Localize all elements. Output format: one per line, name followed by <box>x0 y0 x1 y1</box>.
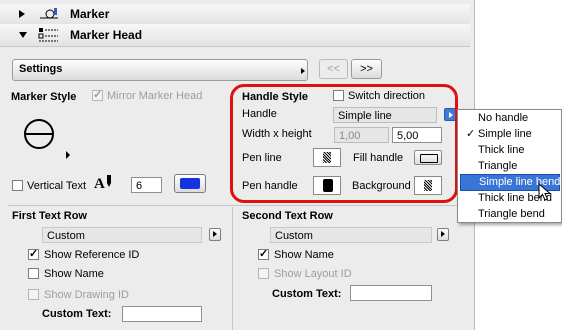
settings-label: Settings <box>19 63 63 75</box>
first-row-dropdown[interactable]: Custom <box>42 227 202 243</box>
second-text-row-title: Second Text Row <box>242 210 333 222</box>
show-reference-id-label: Show Reference ID <box>44 249 140 261</box>
marker-icon <box>40 8 58 19</box>
marker-head-section-header[interactable]: Marker Head <box>0 24 470 47</box>
second-row-dropdown-button[interactable] <box>437 228 449 241</box>
checkmark-icon: ✓ <box>466 128 476 140</box>
first-show-name-label: Show Name <box>44 268 104 280</box>
second-custom-text-input[interactable] <box>350 285 432 301</box>
settings-panel: Marker Marker Head Settings << >> Marker… <box>0 0 475 330</box>
first-show-name-checkbox[interactable] <box>28 268 39 279</box>
mirror-marker-head-label: Mirror Marker Head <box>107 90 203 102</box>
show-layout-id-label: Show Layout ID <box>274 268 352 280</box>
menu-item-thick-line[interactable]: Thick line <box>478 143 562 158</box>
section-divider <box>8 205 468 206</box>
show-layout-id-checkbox[interactable] <box>258 268 269 279</box>
marker-head-icon <box>38 28 58 42</box>
expand-right-icon[interactable] <box>19 10 25 18</box>
collapse-down-icon[interactable] <box>19 32 27 38</box>
column-divider <box>232 207 233 330</box>
text-pen-number-input[interactable]: 6 <box>131 177 162 193</box>
marker-head-header-label: Marker Head <box>70 28 143 42</box>
svg-text:A: A <box>94 176 105 191</box>
text-pen-icon: A <box>94 175 111 191</box>
vertical-text-checkbox[interactable] <box>12 180 23 191</box>
second-custom-text-label: Custom Text: <box>272 288 342 300</box>
handle-popup-menu: No handle ✓ Simple line Thick line Trian… <box>457 109 562 223</box>
first-custom-text-input[interactable] <box>122 306 202 322</box>
text-color-swatch <box>180 178 200 189</box>
first-custom-text-label: Custom Text: <box>42 308 112 320</box>
mirror-marker-head-checkbox[interactable] <box>92 88 103 101</box>
next-button[interactable]: >> <box>351 59 382 79</box>
first-text-row-title: First Text Row <box>12 210 87 222</box>
second-row-dropdown[interactable]: Custom <box>270 227 432 243</box>
first-row-dropdown-button[interactable] <box>209 228 221 241</box>
highlight-annotation <box>230 84 458 203</box>
menu-item-no-handle[interactable]: No handle <box>478 111 562 126</box>
settings-dropdown[interactable]: Settings <box>12 59 308 81</box>
menu-item-simple-line[interactable]: Simple line <box>478 127 562 142</box>
show-reference-id-checkbox[interactable] <box>28 247 39 260</box>
menu-item-triangle[interactable]: Triangle <box>478 159 562 174</box>
previous-button[interactable]: << <box>319 59 348 79</box>
show-drawing-id-checkbox[interactable] <box>28 289 39 300</box>
text-color-button[interactable] <box>174 174 206 193</box>
mouse-cursor-icon <box>538 183 552 201</box>
second-show-name-label: Show Name <box>274 249 334 261</box>
marker-style-preview-icon[interactable] <box>22 117 74 161</box>
marker-style-title: Marker Style <box>11 91 77 103</box>
menu-item-triangle-bend[interactable]: Triangle bend <box>478 207 562 222</box>
second-show-name-checkbox[interactable] <box>258 247 269 260</box>
marker-section-header[interactable]: Marker <box>0 4 470 26</box>
marker-header-label: Marker <box>70 7 110 21</box>
vertical-text-label: Vertical Text <box>27 180 87 192</box>
dropdown-arrow-icon <box>301 68 305 74</box>
show-drawing-id-label: Show Drawing ID <box>44 289 129 301</box>
